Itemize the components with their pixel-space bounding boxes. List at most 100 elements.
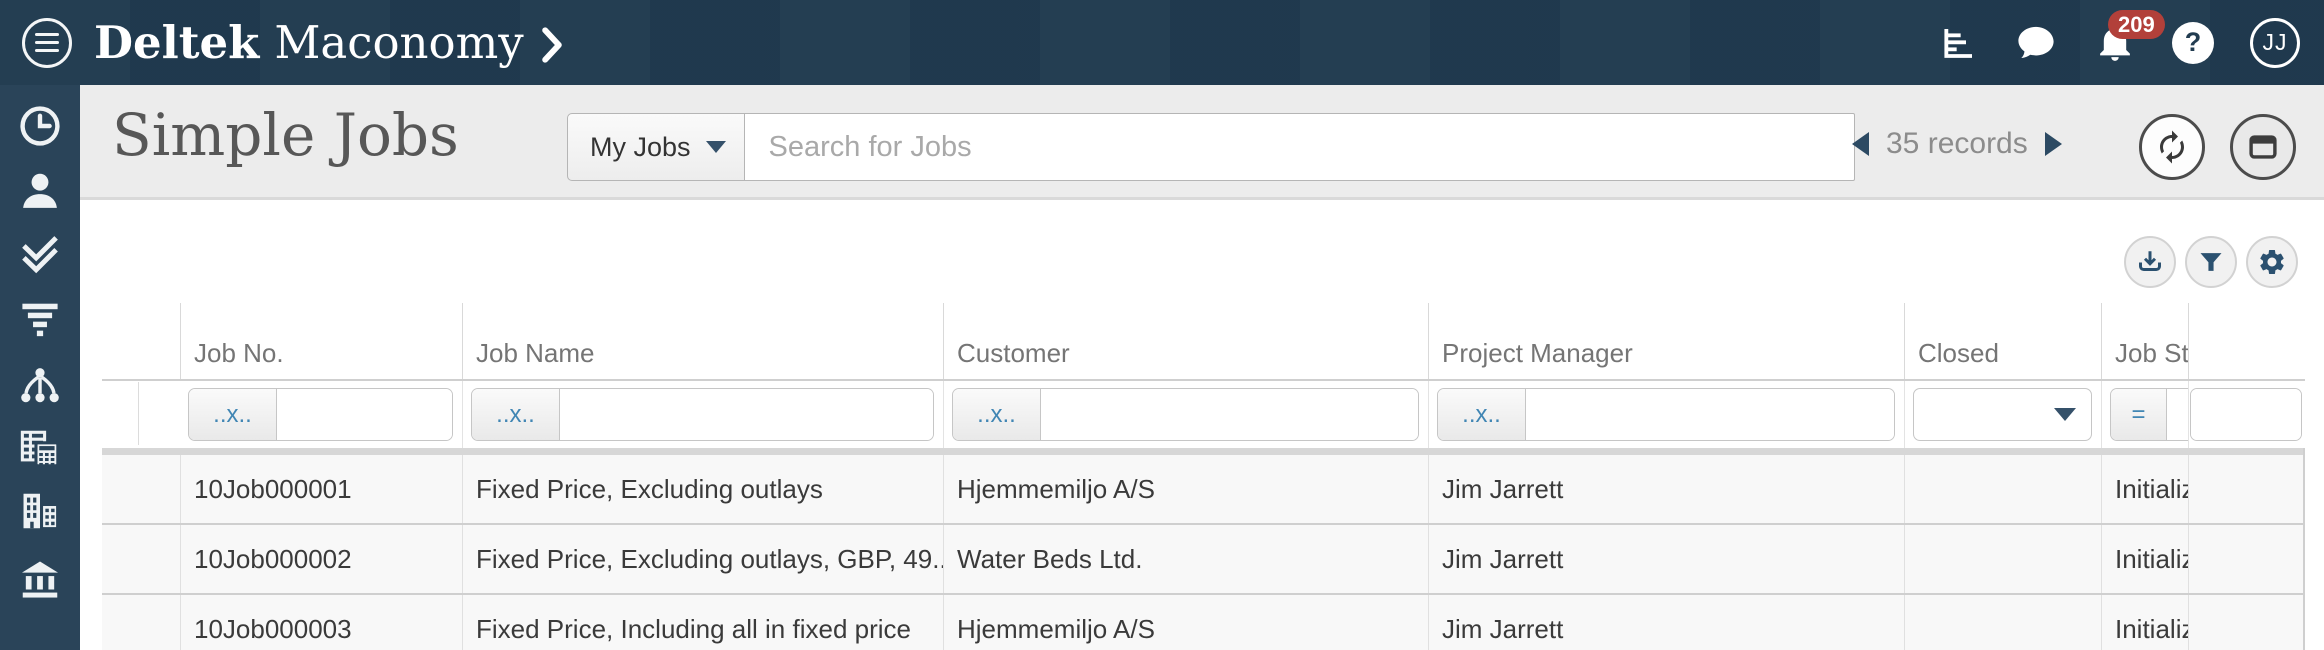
- cell-job-no: 10Job000002: [180, 525, 462, 593]
- layout-toggle-button[interactable]: [2230, 114, 2296, 180]
- filter-cell-job-status: =: [2101, 381, 2188, 448]
- gear-icon: [2260, 250, 2284, 274]
- sidebar-item-company[interactable]: [0, 482, 80, 540]
- cell-closed: [1904, 455, 2101, 523]
- filter-operator-job-no[interactable]: ..x..: [189, 389, 277, 440]
- cell-project-manager: Jim Jarrett: [1428, 455, 1904, 523]
- records-count-label: 35 records: [1886, 127, 2028, 160]
- cell-project-manager: Jim Jarrett: [1428, 595, 1904, 650]
- refresh-button[interactable]: [2139, 114, 2205, 180]
- cell-customer: Water Beds Ltd.: [943, 525, 1428, 593]
- table-row[interactable]: 10Job000002 Fixed Price, Excluding outla…: [102, 525, 2305, 595]
- download-icon: [2139, 251, 2161, 271]
- brand-chevron-icon: [541, 26, 562, 63]
- search-scope-label: My Jobs: [590, 131, 691, 162]
- filter-input-extra[interactable]: [2191, 389, 2301, 440]
- column-header-closed[interactable]: Closed: [1904, 303, 2101, 379]
- analytics-bars-icon[interactable]: [1938, 23, 1978, 63]
- cell-extra: [2188, 455, 2305, 523]
- page-title: Simple Jobs: [112, 101, 459, 169]
- records-pager: 35 records: [1852, 121, 2062, 167]
- cell-customer: Hjemmemiljo A/S: [943, 595, 1428, 650]
- filter-input-job-no[interactable]: [277, 389, 452, 440]
- filter-input-job-name[interactable]: [560, 389, 933, 440]
- table-filter-row: ..x.. ..x.. ..x.. ..x.. =: [102, 381, 2305, 448]
- sidebar-item-filter[interactable]: [0, 289, 80, 347]
- previous-page-icon[interactable]: [1852, 132, 1869, 156]
- cell-selector: [102, 595, 180, 650]
- filter-cell-selector: [102, 381, 180, 448]
- filter-operator-customer[interactable]: ..x..: [953, 389, 1041, 440]
- chat-bubble-icon[interactable]: [2014, 21, 2058, 65]
- cell-job-status: Initialized: [2101, 455, 2188, 523]
- column-header-selector: [102, 303, 180, 379]
- filter-operator-project-manager[interactable]: ..x..: [1438, 389, 1526, 440]
- filter-cell-job-no: ..x..: [138, 381, 462, 448]
- filter-cell-job-name: ..x..: [462, 381, 943, 448]
- filter-funnel-icon: [2200, 253, 2222, 271]
- cell-job-name: Fixed Price, Including all in fixed pric…: [462, 595, 943, 650]
- filter-input-project-manager[interactable]: [1526, 389, 1894, 440]
- hamburger-menu-icon[interactable]: [22, 17, 72, 68]
- search-scope-dropdown[interactable]: My Jobs: [567, 113, 745, 181]
- cell-job-no: 10Job000003: [180, 595, 462, 650]
- calculator-icon: [20, 430, 60, 468]
- cell-job-no: 10Job000001: [180, 455, 462, 523]
- sidebar-item-organization[interactable]: [0, 356, 80, 414]
- clock-icon: [20, 106, 60, 146]
- bank-icon: [21, 561, 59, 598]
- double-check-icon: [22, 236, 58, 274]
- sidebar-item-bank[interactable]: [0, 549, 80, 607]
- search-input[interactable]: [744, 113, 1855, 181]
- filter-cell-closed: [1904, 381, 2101, 448]
- help-icon[interactable]: ?: [2172, 21, 2214, 64]
- column-header-customer[interactable]: Customer: [943, 303, 1428, 379]
- cell-job-name: Fixed Price, Excluding outlays: [462, 455, 943, 523]
- sidebar-item-time[interactable]: [0, 97, 80, 155]
- window-icon: [2249, 135, 2277, 159]
- filter-row-divider: [138, 382, 139, 445]
- filter-dropdown-closed[interactable]: [1913, 388, 2092, 441]
- user-avatar[interactable]: JJ: [2250, 17, 2300, 68]
- column-header-job-no[interactable]: Job No.: [180, 303, 462, 379]
- buildings-icon: [23, 493, 59, 530]
- column-header-job-status[interactable]: Job Status: [2101, 303, 2188, 379]
- person-icon: [23, 173, 57, 208]
- cell-job-status: Initialized: [2101, 525, 2188, 593]
- top-bar: Deltek Maconomy 209 ? JJ: [0, 0, 2324, 85]
- next-page-icon[interactable]: [2044, 132, 2062, 156]
- filter-input-customer[interactable]: [1041, 389, 1418, 440]
- maconomy-app: Deltek Maconomy 209 ? JJ Simple Jobs My …: [0, 0, 2324, 650]
- table-row[interactable]: 10Job000001 Fixed Price, Excluding outla…: [102, 455, 2305, 525]
- page-header: Simple Jobs My Jobs 35 records: [80, 85, 2324, 200]
- brand-deltek: Deltek: [94, 16, 260, 69]
- sidebar-item-finance[interactable]: [0, 419, 80, 477]
- settings-button[interactable]: [2246, 236, 2298, 288]
- column-header-extra: [2188, 303, 2305, 379]
- search-group: My Jobs: [567, 113, 1855, 181]
- jobs-table: Job No. Job Name Customer Project Manage…: [102, 303, 2305, 650]
- filter-operator-job-status[interactable]: =: [2111, 389, 2167, 440]
- cell-closed: [1904, 525, 2101, 593]
- sidebar-item-employee[interactable]: [0, 162, 80, 220]
- table-row[interactable]: 10Job000003 Fixed Price, Including all i…: [102, 595, 2305, 650]
- filter-cell-extra: [2188, 381, 2305, 448]
- filter-input-job-status[interactable]: [2167, 389, 2188, 440]
- cell-project-manager: Jim Jarrett: [1428, 525, 1904, 593]
- notifications-bell-icon[interactable]: 209: [2094, 9, 2165, 64]
- chevron-down-icon: [2054, 408, 2076, 421]
- filter-button[interactable]: [2185, 236, 2237, 288]
- filter-body-separator: [102, 448, 2305, 455]
- cell-job-name: Fixed Price, Excluding outlays, GBP, 49.…: [462, 525, 943, 593]
- column-header-project-manager[interactable]: Project Manager: [1428, 303, 1904, 379]
- sidebar: [0, 85, 80, 650]
- table-header-row: Job No. Job Name Customer Project Manage…: [102, 303, 2305, 379]
- column-header-job-name[interactable]: Job Name: [462, 303, 943, 379]
- filter-operator-job-name[interactable]: ..x..: [472, 389, 560, 440]
- brand-logo[interactable]: Deltek Maconomy: [94, 16, 564, 69]
- export-button[interactable]: [2124, 236, 2176, 288]
- cell-job-status: Initialized: [2101, 595, 2188, 650]
- sidebar-item-approval[interactable]: [0, 225, 80, 283]
- cell-customer: Hjemmemiljo A/S: [943, 455, 1428, 523]
- refresh-icon: [2160, 130, 2184, 164]
